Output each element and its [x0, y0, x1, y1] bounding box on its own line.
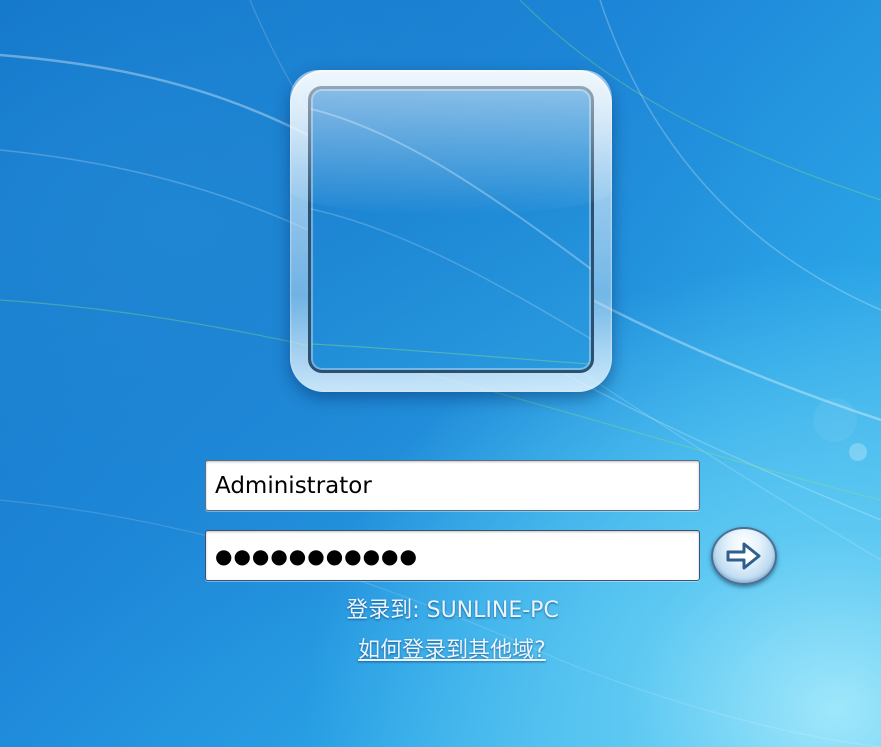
logon-domain-prefix: 登录到:	[346, 598, 420, 623]
computer-name: SUNLINE-PC	[426, 598, 559, 623]
username-field[interactable]	[205, 460, 700, 511]
arrow-right-icon	[726, 542, 761, 570]
password-field[interactable]	[205, 530, 700, 581]
logon-domain-label: 登录到: SUNLINE-PC	[205, 592, 700, 624]
other-domain-help-link[interactable]: 如何登录到其他域?	[339, 632, 565, 664]
user-picture-frame	[290, 70, 612, 392]
user-picture	[308, 86, 594, 373]
submit-button[interactable]	[711, 527, 777, 585]
